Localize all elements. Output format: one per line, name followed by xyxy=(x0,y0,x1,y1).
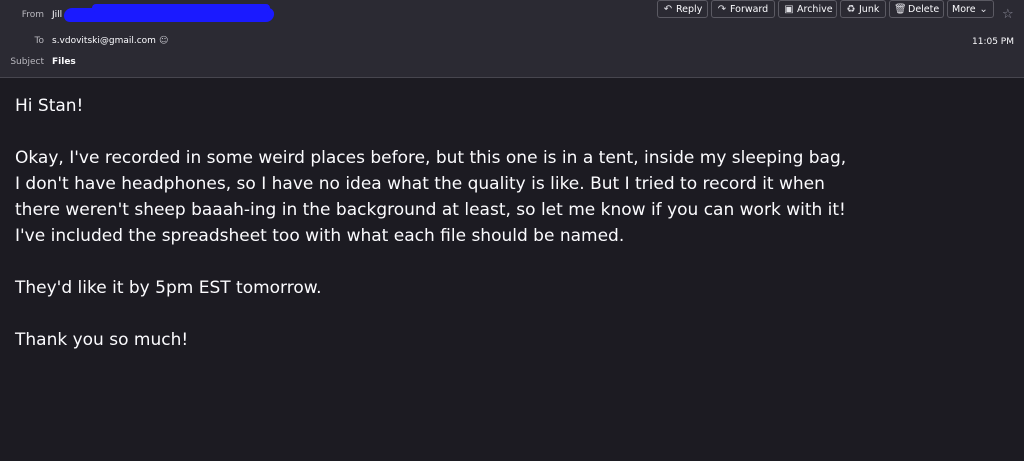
forward-button[interactable]: ↷ Forward xyxy=(711,0,775,18)
reply-label: Reply xyxy=(676,4,703,15)
greeting: Hi Stan! xyxy=(15,96,84,116)
to-recipient[interactable]: s.vdovitski@gmail.com ☺ xyxy=(52,36,168,46)
delete-label: Delete xyxy=(908,4,940,15)
subject-value: Files xyxy=(52,57,76,67)
star-icon[interactable]: ☆ xyxy=(1002,7,1014,22)
message-header: From Jill To s.vdovitski@gmail.com ☺ Subj… xyxy=(0,0,1024,78)
reply-button[interactable]: ↶ Reply xyxy=(657,0,708,18)
address-book-icon[interactable]: ☺ xyxy=(159,36,168,46)
more-label: More xyxy=(952,4,976,15)
forward-label: Forward xyxy=(730,4,769,15)
chevron-down-icon: ⌄ xyxy=(979,4,988,15)
paragraph-line: there weren't sheep baaah-ing in the bac… xyxy=(15,200,846,220)
paragraph-deadline: They'd like it by 5pm EST tomorrow. xyxy=(15,278,322,298)
paragraph-line: I don't have headphones, so I have no id… xyxy=(15,174,825,194)
archive-label: Archive xyxy=(797,4,833,15)
message-body: Hi Stan! Okay, I've recorded in some wei… xyxy=(15,93,1015,353)
message-time: 11:05 PM xyxy=(972,37,1014,47)
from-sender[interactable]: Jill xyxy=(52,10,62,20)
archive-button[interactable]: ▣ Archive xyxy=(778,0,837,18)
junk-icon: ♻ xyxy=(846,4,856,15)
trash-icon: 🗑 xyxy=(894,4,907,15)
from-label: From xyxy=(21,10,44,20)
to-label: To xyxy=(34,36,44,46)
junk-label: Junk xyxy=(859,4,880,15)
delete-button[interactable]: 🗑Delete xyxy=(889,0,944,18)
paragraph-line: Okay, I've recorded in some weird places… xyxy=(15,148,847,168)
paragraph-line: I've included the spreadsheet too with w… xyxy=(15,226,625,246)
archive-icon: ▣ xyxy=(784,4,794,15)
to-address: s.vdovitski@gmail.com xyxy=(52,36,156,46)
reply-icon: ↶ xyxy=(663,4,673,15)
junk-button[interactable]: ♻ Junk xyxy=(840,0,886,18)
closing: Thank you so much! xyxy=(15,330,189,350)
subject-label: Subject xyxy=(10,57,44,67)
redaction-mark-top xyxy=(92,4,270,12)
forward-icon: ↷ xyxy=(717,4,727,15)
more-button[interactable]: More ⌄ xyxy=(947,0,994,18)
